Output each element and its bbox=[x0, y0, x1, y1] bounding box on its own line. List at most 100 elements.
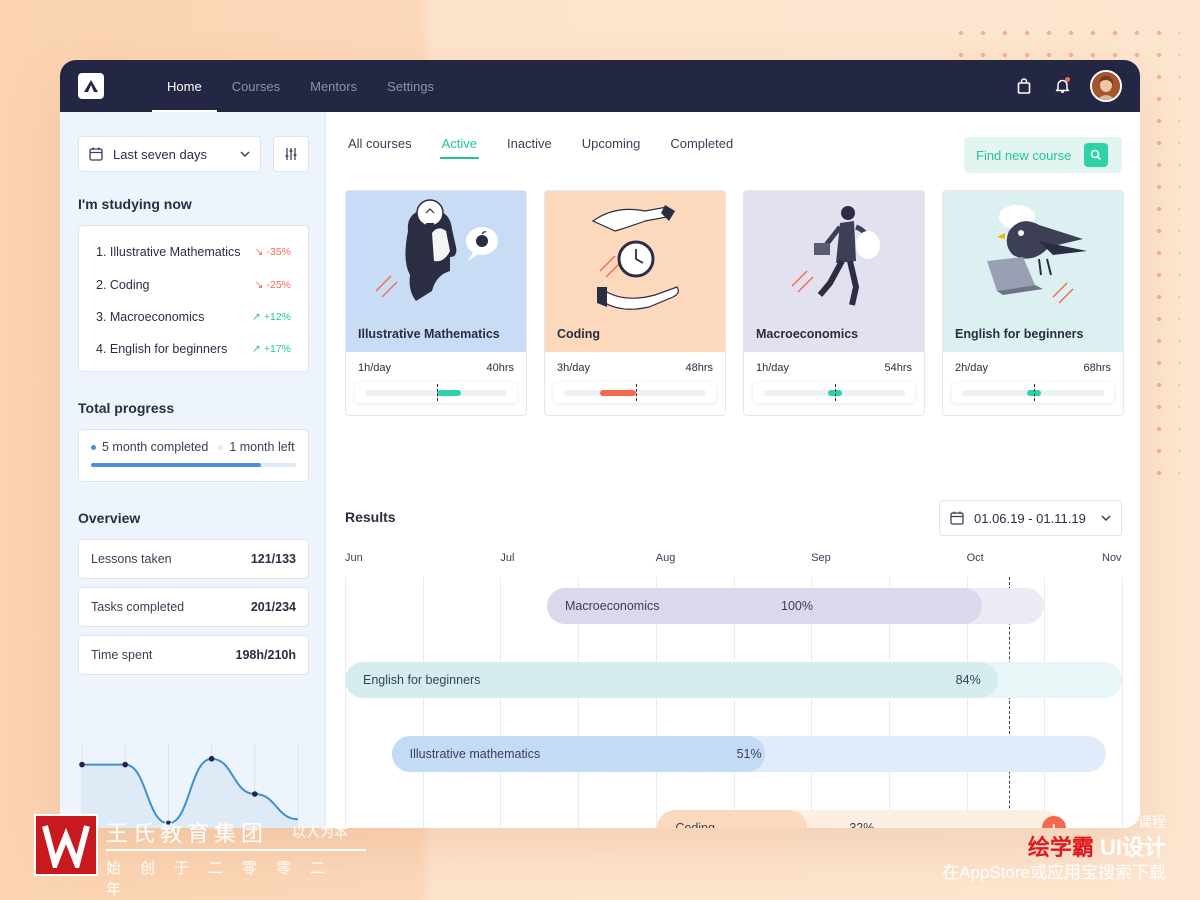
overview-label: Lessons taken bbox=[91, 552, 172, 566]
study-item-change: ↗ +12% bbox=[252, 310, 291, 323]
course-hours: 68hrs bbox=[1083, 362, 1111, 374]
results-date-range-label: 01.06.19 - 01.11.19 bbox=[974, 510, 1086, 526]
total-progress-card: 5 month completed 1 month left bbox=[78, 429, 309, 482]
timeline-bar-label: Coding bbox=[675, 821, 715, 828]
bird-laptop-illustration bbox=[987, 205, 1087, 304]
course-image: Illustrative Mathematics bbox=[346, 191, 526, 352]
course-today-marker bbox=[437, 384, 438, 401]
timeline-gridline bbox=[345, 577, 346, 828]
course-card[interactable]: Coding 3h/day 48hrs bbox=[544, 190, 726, 416]
date-range-select[interactable]: Last seven days bbox=[78, 136, 261, 172]
timeline-month-label: Nov bbox=[1102, 552, 1122, 564]
study-item[interactable]: 3. Macroeconomics ↗ +12% bbox=[96, 301, 291, 333]
study-item[interactable]: 4. English for beginners ↗ +17% bbox=[96, 333, 291, 365]
watermark-left: 王氏教育集团 以人为本 始创于二零零二年 bbox=[34, 814, 374, 898]
watermark-subtitle: 始创于二零零二年 bbox=[106, 860, 345, 898]
study-item-change: ↗ +17% bbox=[252, 343, 291, 356]
search-icon bbox=[1084, 143, 1108, 167]
timeline-month-label: Oct bbox=[966, 552, 984, 564]
tab-inactive[interactable]: Inactive bbox=[507, 134, 552, 159]
course-progress-track bbox=[365, 390, 507, 396]
results-heading: Results bbox=[345, 509, 396, 525]
course-hours: 48hrs bbox=[685, 362, 713, 374]
total-progress-heading: Total progress bbox=[78, 400, 175, 416]
timeline-gridline bbox=[422, 577, 424, 828]
watermark-app-line: 在AppStore或应用宝搜索下载 bbox=[942, 863, 1166, 882]
timeline-gridline bbox=[1044, 577, 1046, 828]
timeline-bar-label: Macroeconomics bbox=[565, 599, 660, 613]
find-new-course-label: Find new course bbox=[976, 147, 1072, 163]
mini-chart-point bbox=[122, 761, 128, 768]
wangshi-logo-icon bbox=[34, 814, 98, 876]
course-image: Coding bbox=[545, 191, 725, 352]
timeline-month-label: Jul bbox=[500, 552, 515, 564]
top-navbar: Home Courses Mentors Settings bbox=[60, 60, 1140, 112]
course-card[interactable]: Illustrative Mathematics 1h/day 40hrs bbox=[345, 190, 527, 416]
overview-value: 201/234 bbox=[250, 600, 296, 614]
results-date-range-select[interactable]: 01.06.19 - 01.11.19 bbox=[939, 500, 1122, 536]
date-range-label: Last seven days bbox=[113, 146, 207, 162]
find-new-course-button[interactable]: Find new course bbox=[964, 137, 1122, 173]
runner-illustration bbox=[791, 206, 880, 306]
overview-value: 198h/210h bbox=[235, 648, 296, 662]
study-item[interactable]: 2. Coding ↘ -25% bbox=[96, 268, 291, 300]
filter-settings-button[interactable] bbox=[273, 136, 309, 172]
timeline-bar-label: English for beginners bbox=[363, 673, 481, 687]
course-hours: 40hrs bbox=[486, 362, 514, 374]
overview-heading: Overview bbox=[78, 510, 141, 526]
course-today-marker bbox=[835, 384, 836, 401]
watermark-divider bbox=[106, 849, 366, 851]
study-item-change: ↘ -25% bbox=[254, 278, 291, 291]
tab-active[interactable]: Active bbox=[439, 134, 480, 159]
nav-home[interactable]: Home bbox=[152, 60, 217, 112]
course-today-marker bbox=[1034, 384, 1035, 401]
arrow-up-icon: ↗ bbox=[252, 310, 261, 323]
chevron-down-icon bbox=[240, 151, 250, 157]
course-progress-bar bbox=[952, 382, 1114, 403]
notification-dot bbox=[1065, 77, 1070, 82]
study-item-label: 2. Coding bbox=[96, 277, 150, 292]
course-progress-bar bbox=[355, 382, 517, 403]
watermark-corner-text: 课程 bbox=[1138, 814, 1166, 830]
user-avatar[interactable] bbox=[1090, 70, 1122, 102]
mini-chart-point bbox=[252, 791, 258, 797]
nav-courses[interactable]: Courses bbox=[217, 60, 295, 112]
app-logo-icon[interactable] bbox=[78, 73, 104, 99]
course-meta: 3h/day 48hrs bbox=[545, 352, 725, 374]
main-content: All courses Active Inactive Upcoming Com… bbox=[326, 112, 1140, 828]
tab-all-courses[interactable]: All courses bbox=[348, 134, 412, 159]
main-nav: Home Courses Mentors Settings bbox=[152, 60, 449, 112]
calendar-icon bbox=[89, 147, 103, 161]
sidebar: Last seven days I'm studying now 1. Illu… bbox=[60, 112, 326, 828]
timeline-bar-percent: 51% bbox=[736, 747, 762, 761]
bell-icon[interactable] bbox=[1052, 76, 1072, 96]
arrow-down-icon: ↘ bbox=[254, 278, 264, 291]
study-item[interactable]: 1. Illustrative Mathematics ↘ -35% bbox=[96, 236, 291, 268]
course-meta: 2h/day 68hrs bbox=[943, 352, 1123, 374]
mini-chart-point bbox=[208, 755, 215, 762]
tab-upcoming[interactable]: Upcoming bbox=[582, 134, 641, 159]
chevron-down-icon bbox=[1101, 515, 1111, 521]
watermark-title: 王氏教育集团 bbox=[106, 822, 269, 847]
watermark-slogan: 以人为本 bbox=[292, 824, 348, 840]
progress-left-label: 1 month left bbox=[229, 440, 295, 454]
timeline-bar-percent: 100% bbox=[781, 599, 813, 613]
overview-row: Time spent 198h/210h bbox=[78, 635, 309, 675]
shopping-bag-icon[interactable] bbox=[1014, 76, 1034, 96]
mini-chart-point bbox=[79, 761, 85, 768]
timeline-month-label: Aug bbox=[655, 552, 676, 564]
nav-mentors[interactable]: Mentors bbox=[295, 60, 372, 112]
timeline-gridline bbox=[500, 577, 502, 828]
course-card[interactable]: English for beginners 2h/day 68hrs bbox=[942, 190, 1124, 416]
timeline-gridline bbox=[1122, 577, 1123, 828]
course-card[interactable]: Macroeconomics 1h/day 54hrs bbox=[743, 190, 925, 416]
tab-completed[interactable]: Completed bbox=[670, 134, 733, 159]
course-progress-bar bbox=[753, 382, 915, 403]
legend-dot bbox=[218, 444, 224, 450]
progress-fill bbox=[91, 463, 262, 467]
study-item-label: 4. English for beginners bbox=[96, 342, 228, 357]
app-window: Home Courses Mentors Settings Last seven… bbox=[60, 60, 1140, 828]
timeline-bar-percent: 32% bbox=[849, 821, 875, 828]
course-progress-bar bbox=[554, 382, 716, 403]
nav-settings[interactable]: Settings bbox=[372, 60, 449, 112]
